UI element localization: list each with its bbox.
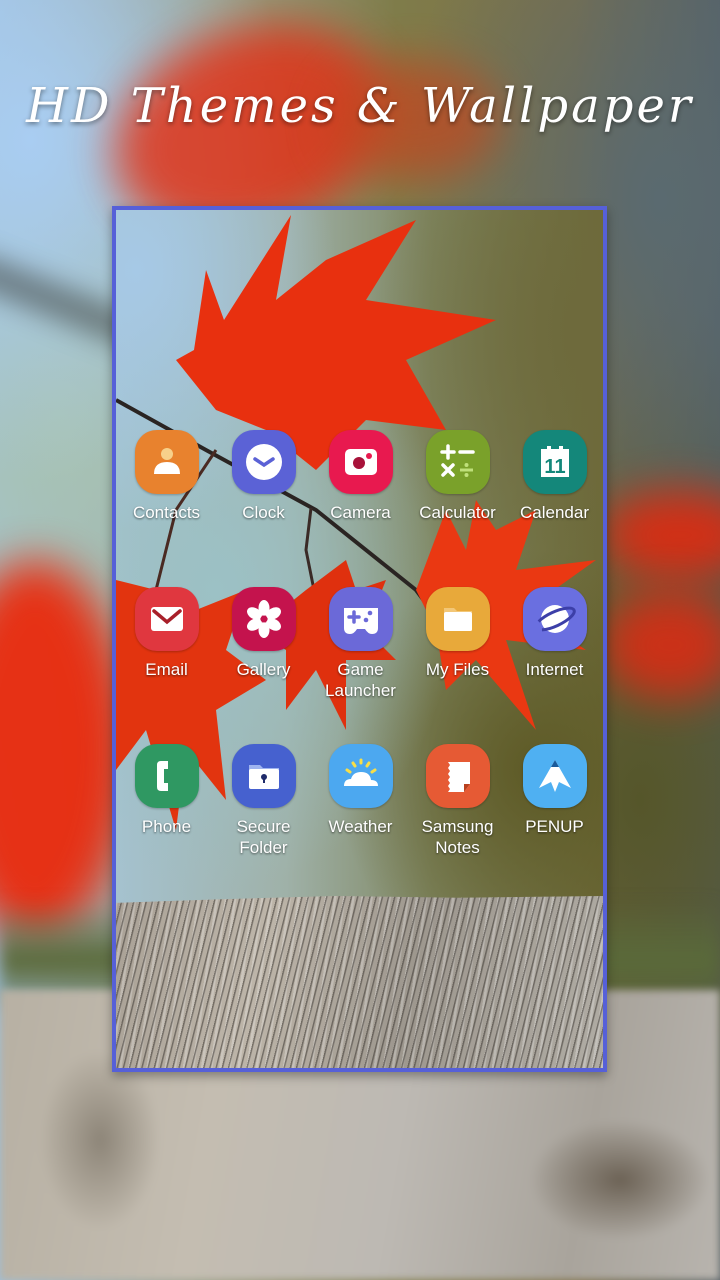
app-shortcut-calculator[interactable]: Calculator (409, 430, 506, 563)
app-label: Game Launcher (325, 660, 396, 700)
camera-icon (328, 430, 393, 494)
headline-title: HD Themes & Wallpaper (26, 78, 694, 134)
app-label: Calculator (419, 503, 496, 522)
app-shortcut-samsung-notes[interactable]: Samsung Notes (409, 744, 506, 877)
weather-icon (328, 744, 393, 808)
app-label: Camera (330, 503, 391, 522)
app-label: Calendar (520, 503, 589, 522)
clock-icon (231, 430, 296, 494)
app-shortcut-penup[interactable]: PENUP (506, 744, 603, 877)
app-label: Secure Folder (236, 817, 291, 857)
calendar-icon: 11 (522, 430, 587, 494)
app-label: Gallery (236, 660, 291, 679)
app-shortcut-phone[interactable]: Phone (118, 744, 215, 877)
app-shortcut-gallery[interactable]: Gallery (215, 587, 312, 720)
app-shortcut-email[interactable]: Email (118, 587, 215, 720)
app-shortcut-clock[interactable]: Clock (215, 430, 312, 563)
svg-text:11: 11 (544, 456, 565, 478)
app-shortcut-game-launcher[interactable]: Game Launcher (312, 587, 409, 720)
app-shortcut-internet[interactable]: Internet (506, 587, 603, 720)
app-label: My Files (425, 660, 490, 679)
my-files-icon (425, 587, 490, 651)
app-label: Internet (525, 660, 584, 679)
app-shortcut-weather[interactable]: Weather (312, 744, 409, 877)
app-label: Weather (328, 817, 393, 836)
game-launcher-icon (328, 587, 393, 651)
app-shortcut-secure-folder[interactable]: Secure Folder (215, 744, 312, 877)
app-label: Samsung Notes (421, 817, 494, 857)
app-label: PENUP (525, 817, 584, 836)
preview-wood-planks (116, 896, 603, 1068)
internet-icon (522, 587, 587, 651)
app-shortcut-camera[interactable]: Camera (312, 430, 409, 563)
app-shortcut-my-files[interactable]: My Files (409, 587, 506, 720)
email-icon (134, 587, 199, 651)
phone-icon (134, 744, 199, 808)
app-label: Email (145, 660, 188, 679)
app-label: Contacts (132, 503, 201, 522)
samsung-notes-icon (425, 744, 490, 808)
app-shortcut-contacts[interactable]: Contacts (118, 430, 215, 563)
penup-icon (522, 744, 587, 808)
contacts-icon (134, 430, 199, 494)
calculator-icon (425, 430, 490, 494)
secure-folder-icon (231, 744, 296, 808)
app-icon-grid: Contacts Clock Camera Calculator 11 Cale… (118, 430, 604, 877)
app-shortcut-calendar[interactable]: 11 Calendar (506, 430, 603, 563)
gallery-icon (231, 587, 296, 651)
app-label: Clock (242, 503, 285, 522)
app-label: Phone (141, 817, 192, 836)
